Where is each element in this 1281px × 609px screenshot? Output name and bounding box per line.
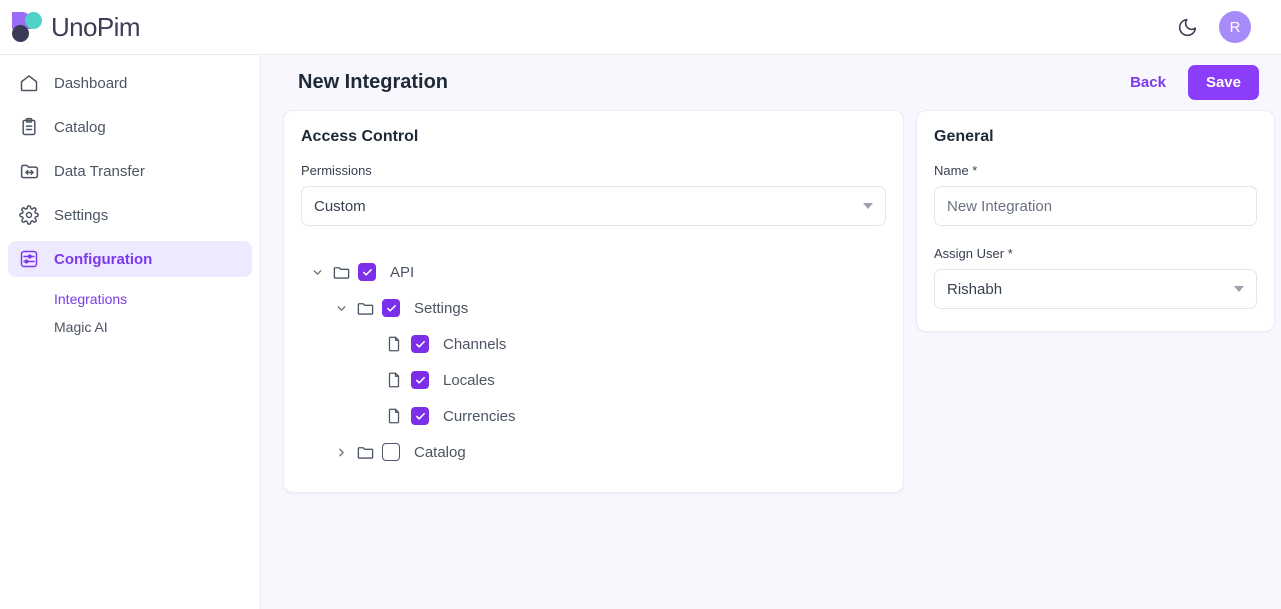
tree-label: Catalog bbox=[414, 444, 466, 461]
home-icon bbox=[18, 72, 40, 94]
sidebar-item-label: Configuration bbox=[54, 251, 152, 268]
sidebar-item-label: Settings bbox=[54, 207, 108, 224]
chevron-right-icon[interactable] bbox=[330, 446, 352, 459]
tree-checkbox[interactable] bbox=[358, 263, 376, 281]
file-icon bbox=[381, 407, 407, 425]
access-control-title: Access Control bbox=[301, 128, 886, 146]
permissions-select-value: Custom bbox=[314, 198, 366, 215]
body: Dashboard Catalog bbox=[0, 55, 1281, 609]
chevron-down-icon bbox=[1234, 286, 1244, 292]
chevron-down-icon[interactable] bbox=[330, 302, 352, 315]
tree-checkbox[interactable] bbox=[411, 371, 429, 389]
sidebar-item-catalog[interactable]: Catalog bbox=[8, 109, 252, 145]
tree-checkbox[interactable] bbox=[382, 299, 400, 317]
tree-row[interactable]: Channels bbox=[301, 326, 886, 362]
sidebar-item-label: Data Transfer bbox=[54, 163, 145, 180]
folder-icon bbox=[352, 443, 378, 462]
folder-icon bbox=[352, 299, 378, 318]
general-title: General bbox=[934, 128, 1257, 146]
sidebar-item-configuration[interactable]: Configuration bbox=[8, 241, 252, 277]
sliders-icon bbox=[18, 248, 40, 270]
chevron-down-icon bbox=[863, 203, 873, 209]
sidebar-subitem-integrations[interactable]: Integrations bbox=[54, 285, 252, 313]
tree-row[interactable]: Settings bbox=[301, 290, 886, 326]
sidebar-item-settings[interactable]: Settings bbox=[8, 197, 252, 233]
main-content: New Integration Back Save Access Control… bbox=[261, 55, 1281, 609]
save-button[interactable]: Save bbox=[1188, 65, 1259, 100]
name-label: Name * bbox=[934, 163, 1257, 178]
sidebar-item-label: Dashboard bbox=[54, 75, 127, 92]
app-root: UnoPim R Dashboard bbox=[0, 0, 1281, 609]
sidebar-item-data-transfer[interactable]: Data Transfer bbox=[8, 153, 252, 189]
sidebar-subitem-magic-ai[interactable]: Magic AI bbox=[54, 313, 252, 341]
page-title: New Integration bbox=[298, 71, 448, 94]
tree-label: Settings bbox=[414, 300, 468, 317]
brand-logo[interactable]: UnoPim bbox=[12, 12, 140, 42]
tree-row[interactable]: Catalog bbox=[301, 434, 886, 470]
page-actions: Back Save bbox=[1130, 65, 1259, 100]
tree-checkbox[interactable] bbox=[382, 443, 400, 461]
clipboard-icon bbox=[18, 116, 40, 138]
general-card: General Name * Assign User * Rishabh bbox=[916, 110, 1275, 332]
tree-label: API bbox=[390, 264, 414, 281]
avatar[interactable]: R bbox=[1219, 11, 1251, 43]
gear-icon bbox=[18, 204, 40, 226]
permissions-tree: API S bbox=[301, 254, 886, 470]
tree-checkbox[interactable] bbox=[411, 335, 429, 353]
sidebar-item-label: Catalog bbox=[54, 119, 106, 136]
tree-row[interactable]: Currencies bbox=[301, 398, 886, 434]
brand-name: UnoPim bbox=[51, 14, 140, 40]
tree-row[interactable]: API bbox=[301, 254, 886, 290]
tree-checkbox[interactable] bbox=[411, 407, 429, 425]
assign-user-select-value: Rishabh bbox=[947, 281, 1002, 298]
tree-label: Currencies bbox=[443, 408, 516, 425]
access-control-card: Access Control Permissions Custom bbox=[283, 110, 904, 493]
tree-row[interactable]: Locales bbox=[301, 362, 886, 398]
moon-icon[interactable] bbox=[1175, 15, 1199, 39]
folder-exchange-icon bbox=[18, 160, 40, 182]
assign-user-select[interactable]: Rishabh bbox=[934, 269, 1257, 309]
file-icon bbox=[381, 371, 407, 389]
unopim-logo-icon bbox=[12, 12, 42, 42]
sidebar: Dashboard Catalog bbox=[0, 55, 261, 609]
back-button[interactable]: Back bbox=[1130, 74, 1166, 91]
chevron-down-icon[interactable] bbox=[306, 266, 328, 279]
name-input[interactable] bbox=[934, 186, 1257, 226]
tree-label: Channels bbox=[443, 336, 506, 353]
assign-user-label: Assign User * bbox=[934, 246, 1257, 261]
top-bar-actions: R bbox=[1175, 11, 1251, 43]
panels: Access Control Permissions Custom bbox=[283, 110, 1259, 493]
sidebar-item-dashboard[interactable]: Dashboard bbox=[8, 65, 252, 101]
tree-label: Locales bbox=[443, 372, 495, 389]
file-icon bbox=[381, 335, 407, 353]
folder-icon bbox=[328, 263, 354, 282]
permissions-label: Permissions bbox=[301, 163, 886, 178]
page-header: New Integration Back Save bbox=[283, 55, 1259, 110]
sidebar-subnav: Integrations Magic AI bbox=[8, 285, 252, 341]
permissions-select[interactable]: Custom bbox=[301, 186, 886, 226]
top-bar: UnoPim R bbox=[0, 0, 1281, 55]
